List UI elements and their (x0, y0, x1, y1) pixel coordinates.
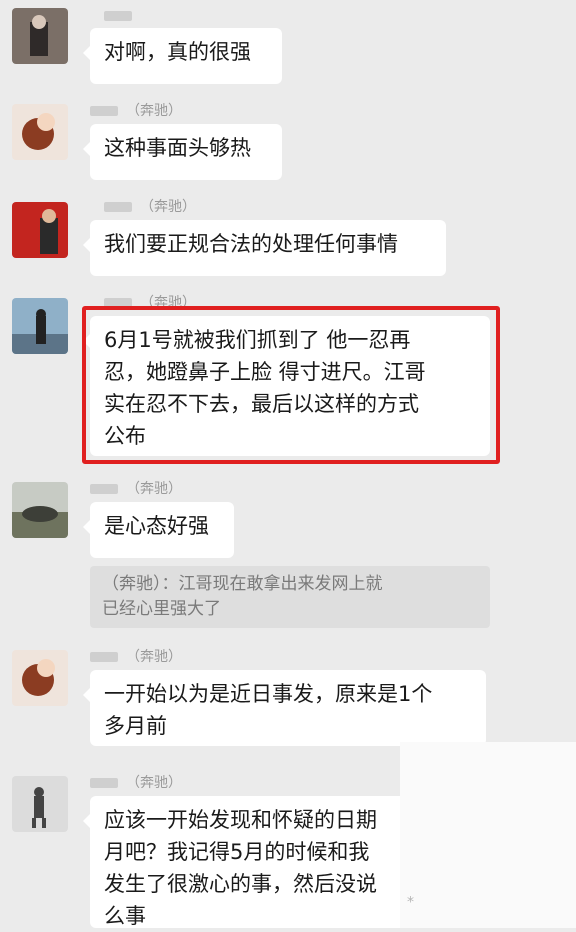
quoted-reply[interactable]: （奔驰）：江哥现在敢拿出来发网上就 已经心里强大了 (90, 566, 490, 628)
message-bubble[interactable]: 这种事面头够热 (83, 124, 282, 180)
avatar[interactable] (12, 650, 68, 706)
watermark-icon: ⁎ (407, 890, 414, 906)
avatar[interactable] (12, 482, 68, 538)
avatar[interactable] (12, 8, 68, 64)
sender-name: （奔驰） (104, 196, 196, 216)
message-bubble[interactable]: 是心态好强 (83, 502, 234, 558)
avatar[interactable] (12, 298, 68, 354)
sender-name: （奔驰） (90, 100, 182, 120)
avatar[interactable] (12, 104, 68, 160)
watermark-overlay (400, 742, 576, 928)
message-bubble[interactable]: 我们要正规合法的处理任何事情 (83, 220, 446, 276)
message-bubble[interactable]: 一开始以为是近日事发，原来是1个 多月前 (83, 670, 486, 746)
sender-name: （奔驰） (90, 772, 182, 792)
avatar[interactable] (12, 202, 68, 258)
message-bubble[interactable]: 对啊，真的很强 (83, 28, 282, 84)
sender-name: （奔驰） (90, 478, 182, 498)
avatar[interactable] (12, 776, 68, 832)
chat-screen: 对啊，真的很强 （奔驰） 这种事面头够热 （奔驰） 我们要正规合法的处理任何事情… (0, 0, 576, 928)
highlight-box (82, 306, 500, 464)
sender-name (104, 8, 140, 24)
sender-name: （奔驰） (90, 646, 182, 666)
